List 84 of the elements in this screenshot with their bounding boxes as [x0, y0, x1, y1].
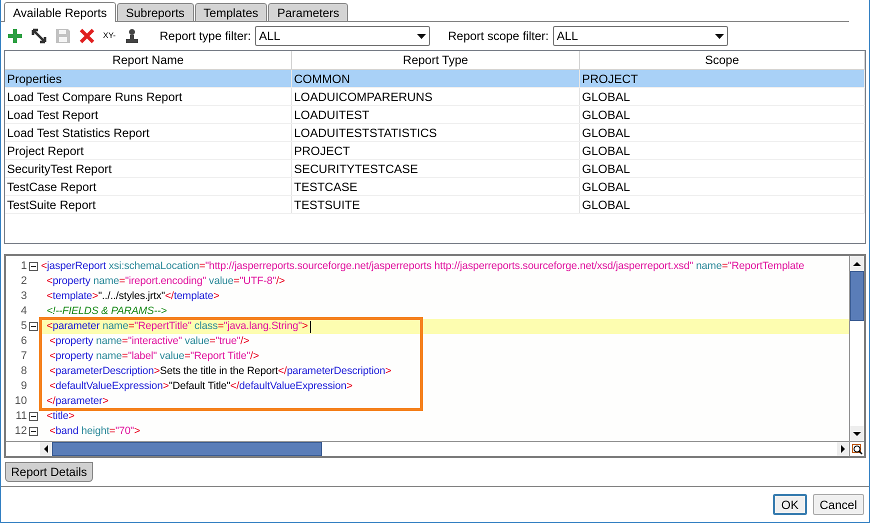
ok-button[interactable]: OK [773, 494, 807, 515]
table-cell: GLOBAL [580, 124, 865, 141]
table-cell: TESTCASE [292, 178, 580, 195]
fold-toggle-icon[interactable] [29, 427, 38, 436]
cancel-button[interactable]: Cancel [812, 494, 864, 515]
code-line: <template>"../../styles.jrtx"</template> [46, 288, 220, 304]
table-cell: COMMON [292, 70, 580, 87]
filter-label: Report scope filter: [448, 28, 549, 45]
table-cell: Load Test Statistics Report [5, 124, 292, 141]
line-number: 12 [14, 424, 27, 440]
line-number: 4 [20, 304, 27, 320]
table-row[interactable]: Properties COMMON PROJECT [5, 70, 865, 88]
table-cell: GLOBAL [580, 160, 865, 177]
code-line: <parameter name="RepertTitle" class="java.lang.String"> [46, 318, 308, 334]
fold-toggle-icon[interactable] [29, 322, 38, 331]
table-row[interactable]: Load Test Compare Runs Report LOADUICOMPARERUNS GLOBAL [5, 88, 865, 106]
table-row[interactable]: TestCase Report TESTCASE GLOBAL [5, 178, 865, 196]
line-number: 2 [20, 274, 27, 290]
table-row[interactable]: Project Report PROJECT GLOBAL [5, 142, 865, 160]
fold-toggle-icon[interactable] [29, 262, 38, 271]
table-cell: TestSuite Report [5, 196, 292, 213]
filter-label: Report type filter: [160, 28, 251, 45]
text-cursor [310, 320, 311, 332]
table-row[interactable]: SecurityTest Report SECURITYTESTCASE GLOBAL [5, 160, 865, 178]
table-cell: SecurityTest Report [5, 160, 292, 177]
code-line: <defaultValueExpression>"Default Title"</defaultValueExpression> [48, 378, 353, 394]
code-line: <jasperReport xsi:schemaLocation="http://jasperreports.sourceforge.net/jasperreports http://jasperreports.sourceforge.net/xsd/jasperreport.xsd" name="ReportTemplate [40, 258, 804, 274]
table-cell: PROJECT [292, 142, 580, 159]
code-line: <property name="label" value="Report Title"/> [48, 348, 259, 364]
table-cell: TestCase Report [5, 178, 292, 195]
line-number: 7 [20, 349, 27, 364]
table-cell: GLOBAL [580, 106, 865, 123]
table-cell: Project Report [5, 142, 292, 159]
table-cell: Properties [5, 70, 292, 87]
table-cell: Load Test Report [5, 106, 292, 123]
diagonal-arrow-icon[interactable] [29, 26, 49, 46]
table-row[interactable]: TestSuite Report TESTSUITE GLOBAL [5, 196, 865, 214]
delete-icon[interactable] [77, 26, 97, 46]
tab[interactable]: Available Reports [4, 2, 116, 22]
code-line: <property name="interactive" value="true"/> [48, 334, 250, 349]
line-number: 9 [20, 379, 27, 394]
table-cell: LOADUICOMPARERUNS [292, 88, 580, 105]
code-line: <!--FIELDS & PARAMS--> [46, 304, 167, 319]
table-row[interactable]: Load Test Statistics Report LOADUITESTSTATISTICS GLOBAL [5, 124, 865, 142]
tab[interactable]: Subreports [116, 3, 194, 21]
zoom-icon[interactable] [849, 442, 864, 456]
line-number: 3 [20, 289, 27, 304]
fold-toggle-icon[interactable] [29, 412, 38, 421]
tab[interactable]: Parameters [268, 3, 348, 21]
table-cell: TESTSUITE [292, 196, 580, 213]
dropdown-caret-icon [416, 34, 426, 38]
table-cell: Load Test Compare Runs Report [5, 88, 292, 105]
scrollbar-thumb[interactable] [850, 271, 864, 321]
table-cell: GLOBAL [580, 178, 865, 195]
code-line: <title> [46, 408, 75, 424]
table-cell: GLOBAL [580, 142, 865, 159]
dropdown-caret-icon [714, 34, 724, 38]
code-line: <property name="ireport.encoding" value="UTF-8"/> [46, 274, 285, 289]
line-number: 6 [20, 334, 27, 350]
code-line: </parameter> [46, 394, 108, 409]
table-row[interactable]: Load Test Report LOADUITEST GLOBAL [5, 106, 865, 124]
report-details-tab[interactable]: Report Details [5, 462, 94, 482]
filter-dropdown[interactable]: ALL [254, 26, 430, 46]
scroll-left-icon[interactable] [40, 442, 52, 456]
line-number: 5 [20, 319, 27, 334]
line-number: 1 [20, 259, 27, 274]
scroll-up-icon[interactable] [850, 256, 864, 271]
line-number: 10 [14, 394, 27, 410]
table-cell: GLOBAL [580, 196, 865, 213]
vertical-scrollbar[interactable] [849, 256, 864, 441]
line-number: 8 [20, 364, 27, 380]
table-cell: SECURITYTESTCASE [292, 160, 580, 177]
code-line: <band height="70"> [48, 424, 140, 439]
table-cell: PROJECT [580, 70, 865, 87]
table-cell: GLOBAL [580, 88, 865, 105]
table-cell: LOADUITESTSTATISTICS [292, 124, 580, 141]
table-cell: LOADUITEST [292, 106, 580, 123]
tab[interactable]: Templates [194, 3, 268, 21]
code-line: <parameterDescription>Sets the title in the Report</parameterDescription> [48, 364, 392, 379]
filter-dropdown[interactable]: ALL [552, 26, 728, 46]
xy-button[interactable]: XY- [101, 27, 118, 45]
scroll-down-icon[interactable] [850, 426, 864, 441]
scroll-right-icon[interactable] [837, 442, 849, 456]
line-number: 11 [16, 409, 27, 424]
